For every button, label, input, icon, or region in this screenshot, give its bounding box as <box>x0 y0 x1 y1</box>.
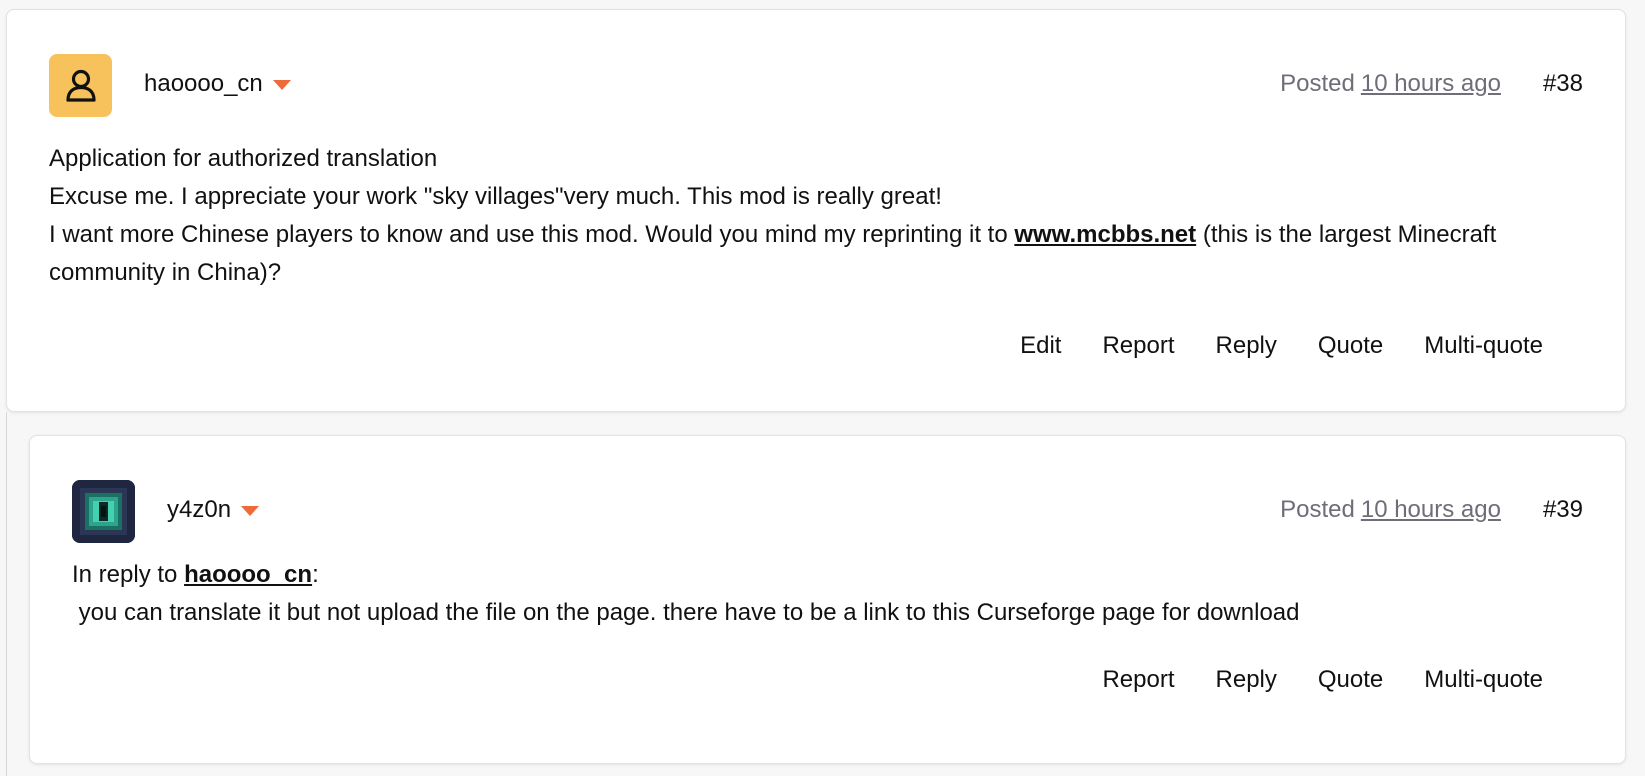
comment-line: Application for authorized translation <box>49 145 438 172</box>
comment-line: you can translate it but not upload the … <box>72 599 1300 626</box>
comment-line: I want more Chinese players to know and … <box>49 216 1583 292</box>
comment-line: Excuse me. I appreciate your work "sky v… <box>49 183 942 210</box>
reply-user-link[interactable]: haoooo_cn <box>184 561 312 588</box>
username[interactable]: haoooo_cn <box>144 70 263 98</box>
comment-text: I want more Chinese players to know and … <box>49 221 1015 248</box>
comment-card: y4z0n Posted 10 hours ago #39 In reply t… <box>29 435 1626 764</box>
caret-down-icon[interactable] <box>241 506 260 516</box>
post-number[interactable]: #39 <box>1543 496 1583 524</box>
username-dropdown[interactable]: haoooo_cn <box>144 64 291 104</box>
reply-button[interactable]: Reply <box>1216 666 1277 694</box>
reply-prefix: In reply to <box>72 561 185 588</box>
mcbbs-link[interactable]: www.mcbbs.net <box>1014 221 1196 248</box>
username[interactable]: y4z0n <box>167 496 231 524</box>
comment-actions: Report Reply Quote Multi-quote <box>1061 666 1543 694</box>
comment-body: Application for authorized translation E… <box>49 140 1583 292</box>
posted-time-link[interactable]: 10 hours ago <box>1361 70 1501 98</box>
reply-line: In reply to haoooo_cn: <box>72 556 1583 594</box>
user-outline-icon <box>65 69 96 102</box>
posted-time-link[interactable]: 10 hours ago <box>1361 496 1501 524</box>
comments-page: haoooo_cn Posted 10 hours ago #38 Applic… <box>0 0 1645 776</box>
avatar[interactable] <box>72 480 135 543</box>
multi-quote-button[interactable]: Multi-quote <box>1424 332 1543 360</box>
post-number[interactable]: #38 <box>1543 70 1583 98</box>
quote-button[interactable]: Quote <box>1318 332 1383 360</box>
thread-line <box>6 412 7 776</box>
username-dropdown[interactable]: y4z0n <box>167 490 260 530</box>
report-button[interactable]: Report <box>1102 332 1174 360</box>
post-meta: Posted 10 hours ago #39 <box>1280 490 1583 530</box>
edit-button[interactable]: Edit <box>1020 332 1061 360</box>
avatar[interactable] <box>49 54 112 117</box>
multi-quote-button[interactable]: Multi-quote <box>1424 666 1543 694</box>
posted-label: Posted <box>1280 496 1355 523</box>
ender-eye-icon <box>72 480 135 543</box>
comment-body: In reply to haoooo_cn: you can translate… <box>72 556 1583 632</box>
comment-actions: Edit Report Reply Quote Multi-quote <box>979 332 1543 360</box>
comment-card: haoooo_cn Posted 10 hours ago #38 Applic… <box>6 9 1626 412</box>
report-button[interactable]: Report <box>1102 666 1174 694</box>
reply-suffix: : <box>312 561 319 588</box>
quote-button[interactable]: Quote <box>1318 666 1383 694</box>
post-meta: Posted 10 hours ago #38 <box>1280 64 1583 104</box>
caret-down-icon[interactable] <box>272 80 291 90</box>
reply-button[interactable]: Reply <box>1216 332 1277 360</box>
posted-label: Posted <box>1280 70 1355 97</box>
